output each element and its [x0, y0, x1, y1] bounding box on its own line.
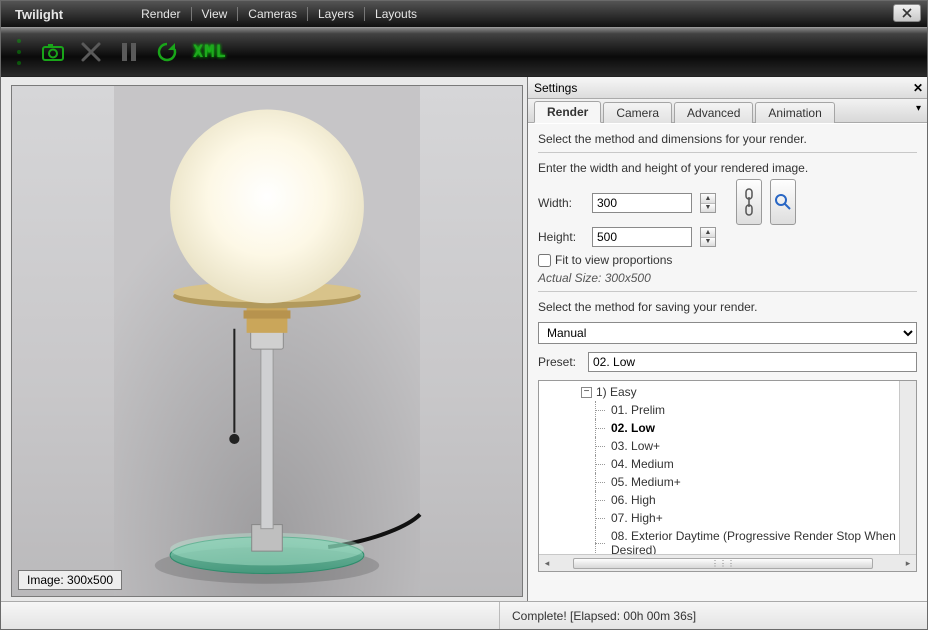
- main-area: Image: 300x500 Settings ✕ Render Camera …: [1, 77, 927, 601]
- app-title: Twilight: [7, 7, 71, 22]
- xml-button[interactable]: XML: [193, 42, 227, 62]
- cancel-icon: [79, 40, 103, 64]
- fit-proportions-label: Fit to view proportions: [555, 253, 672, 267]
- tree-vertical-scrollbar[interactable]: [899, 381, 916, 554]
- save-method-hint: Select the method for saving your render…: [538, 300, 917, 314]
- tree-item[interactable]: 07. High+: [545, 509, 912, 527]
- menu-layers[interactable]: Layers: [308, 7, 365, 21]
- preset-tree[interactable]: − 1) Easy 01. Prelim 02. Low 03. Low+ 04…: [538, 380, 917, 572]
- menu-items: Render View Cameras Layers Layouts: [131, 7, 427, 21]
- divider: [538, 291, 917, 292]
- spinner-up-icon[interactable]: ▲: [701, 228, 715, 238]
- width-label: Width:: [538, 196, 584, 210]
- preset-row: Preset:: [538, 352, 917, 372]
- settings-panel: Settings ✕ Render Camera Advanced Animat…: [527, 77, 927, 601]
- rendered-lamp-image: [12, 86, 522, 596]
- tree-item[interactable]: 06. High: [545, 491, 912, 509]
- camera-icon: [41, 40, 65, 64]
- preset-input[interactable]: [588, 352, 917, 372]
- toolbar-grip: [17, 35, 23, 69]
- menu-cameras[interactable]: Cameras: [238, 7, 308, 21]
- dimensions-hint: Enter the width and height of your rende…: [538, 161, 917, 175]
- actual-size-label: Actual Size: 300x500: [538, 271, 917, 285]
- width-input[interactable]: [592, 193, 692, 213]
- status-text: Complete! [Elapsed: 00h 00m 36s]: [499, 602, 708, 629]
- image-size-badge: Image: 300x500: [18, 570, 122, 590]
- settings-titlebar: Settings ✕: [528, 77, 927, 99]
- pause-icon: [117, 40, 141, 64]
- tab-advanced[interactable]: Advanced: [674, 102, 753, 123]
- tree-item[interactable]: 01. Prelim: [545, 401, 912, 419]
- tab-animation[interactable]: Animation: [755, 102, 834, 123]
- window-close-button[interactable]: [893, 4, 921, 22]
- tab-render[interactable]: Render: [534, 101, 601, 123]
- tab-camera[interactable]: Camera: [603, 102, 672, 123]
- height-label: Height:: [538, 230, 584, 244]
- settings-tabs: Render Camera Advanced Animation ▾: [528, 99, 927, 123]
- scrollbar-thumb[interactable]: ⋮⋮⋮: [573, 558, 873, 569]
- preset-label: Preset:: [538, 355, 582, 369]
- tree-collapse-icon[interactable]: −: [581, 387, 592, 398]
- link-icon: [743, 188, 755, 216]
- render-button[interactable]: [41, 40, 65, 64]
- pause-button[interactable]: [117, 40, 141, 64]
- settings-title-text: Settings: [534, 81, 577, 95]
- width-spinner[interactable]: ▲▼: [700, 193, 716, 213]
- save-method-select[interactable]: Manual: [538, 322, 917, 344]
- refresh-button[interactable]: [155, 40, 179, 64]
- spinner-up-icon[interactable]: ▲: [701, 194, 715, 204]
- tree-item[interactable]: 02. Low: [545, 419, 912, 437]
- height-input[interactable]: [592, 227, 692, 247]
- magnifier-icon: [774, 193, 792, 211]
- tree-item[interactable]: 04. Medium: [545, 455, 912, 473]
- menu-render[interactable]: Render: [131, 7, 191, 21]
- menu-bar: Twilight Render View Cameras Layers Layo…: [1, 1, 927, 27]
- toolbar: XML: [1, 27, 927, 77]
- height-spinner[interactable]: ▲▼: [700, 227, 716, 247]
- spinner-down-icon[interactable]: ▼: [701, 238, 715, 247]
- refresh-icon: [155, 40, 179, 64]
- tree-root[interactable]: − 1) Easy: [545, 385, 912, 399]
- save-method-row: Manual: [538, 322, 917, 344]
- tree-item[interactable]: 05. Medium+: [545, 473, 912, 491]
- fit-proportions-checkbox[interactable]: [538, 254, 551, 267]
- tree-item[interactable]: 03. Low+: [545, 437, 912, 455]
- divider: [538, 152, 917, 153]
- tree-root-label: 1) Easy: [596, 385, 637, 399]
- render-viewport[interactable]: Image: 300x500: [11, 85, 523, 597]
- settings-close-button[interactable]: ✕: [913, 81, 923, 95]
- close-icon: [902, 8, 912, 18]
- menu-view[interactable]: View: [192, 7, 239, 21]
- viewport-wrap: Image: 300x500: [1, 77, 527, 601]
- menu-layouts[interactable]: Layouts: [365, 7, 427, 21]
- cancel-button[interactable]: [79, 40, 103, 64]
- tabs-overflow-icon[interactable]: ▾: [916, 103, 921, 114]
- render-method-hint: Select the method and dimensions for you…: [538, 132, 917, 146]
- height-row: Height: ▲▼: [538, 227, 917, 247]
- settings-body: Select the method and dimensions for you…: [528, 123, 927, 601]
- status-bar: Complete! [Elapsed: 00h 00m 36s]: [1, 601, 927, 629]
- width-row: Width: ▲▼: [538, 181, 917, 225]
- tree-horizontal-scrollbar[interactable]: ◂ ⋮⋮⋮ ▸: [539, 554, 916, 571]
- link-dimensions-button[interactable]: [736, 179, 762, 225]
- spinner-down-icon[interactable]: ▼: [701, 204, 715, 213]
- fit-proportions-row: Fit to view proportions: [538, 253, 917, 267]
- fit-view-button[interactable]: [770, 179, 796, 225]
